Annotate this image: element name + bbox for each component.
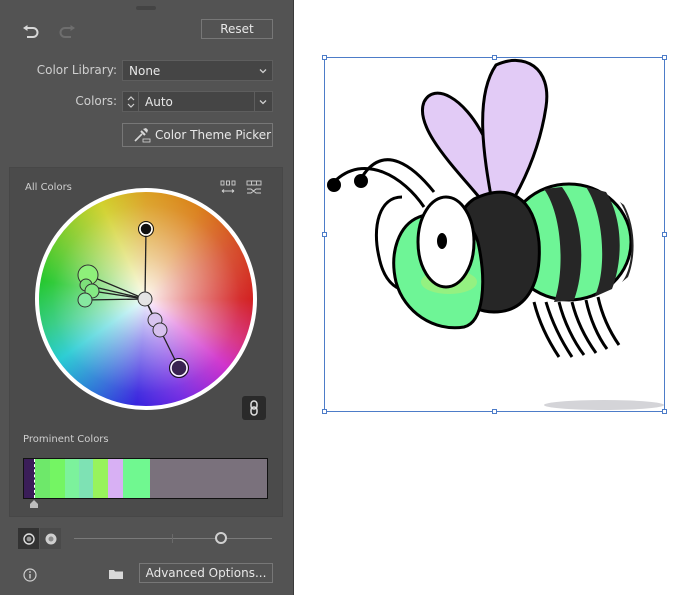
show-brightness-icon	[45, 533, 56, 544]
prominent-colors-title: Prominent Colors	[23, 434, 109, 445]
brightness-slider-track[interactable]	[74, 538, 272, 539]
resize-handle-left[interactable]	[322, 232, 327, 237]
color-marker-lavender-2[interactable]	[152, 322, 168, 338]
color-library-label: Color Library:	[36, 63, 117, 77]
undo-icon	[23, 25, 39, 38]
colors-stepper[interactable]	[122, 91, 139, 112]
show-brightness-button[interactable]	[40, 528, 61, 549]
colors-label: Colors:	[75, 94, 117, 108]
color-marker-center[interactable]	[137, 291, 153, 307]
color-wheel-hue-ring[interactable]	[35, 188, 257, 410]
reset-button[interactable]: Reset	[201, 19, 273, 39]
color-library-value: None	[129, 63, 161, 78]
show-saturation-icon	[22, 532, 35, 545]
prominent-color-swatch[interactable]	[92, 459, 108, 498]
folder-icon	[109, 570, 123, 579]
link-harmony-icon	[250, 400, 258, 416]
resize-handle-bottom[interactable]	[492, 409, 497, 414]
resize-handle-top[interactable]	[492, 55, 497, 60]
harmony-line	[144, 228, 147, 300]
color-marker-black[interactable]	[139, 222, 153, 236]
color-marker-mint[interactable]	[77, 292, 93, 308]
brightness-slider-thumb[interactable]	[214, 532, 227, 544]
eyedropper-icon	[134, 128, 151, 143]
chevron-down-icon	[259, 99, 267, 104]
color-theme-picker-button[interactable]: Color Theme Picker	[122, 123, 273, 147]
color-marker-dark-purple[interactable]	[170, 359, 188, 377]
colors-input[interactable]: Auto	[138, 91, 255, 112]
show-saturation-button[interactable]	[18, 528, 39, 549]
recolor-panel: Reset Color Library: None Colors: Auto C…	[0, 0, 293, 595]
brightness-slider-tick	[172, 534, 173, 543]
colors-dropdown-button[interactable]	[254, 91, 273, 112]
prominent-color-swatch[interactable]	[78, 459, 93, 498]
selection-bounding-box[interactable]	[324, 57, 665, 412]
color-wheel[interactable]	[35, 188, 257, 410]
link-harmony-button[interactable]	[242, 396, 266, 420]
prominent-color-swatch[interactable]	[150, 459, 267, 498]
resize-handle-right[interactable]	[662, 232, 667, 237]
prominent-colors-divider	[34, 459, 35, 498]
prominent-color-swatch[interactable]	[64, 459, 79, 498]
redo-icon	[59, 25, 75, 38]
info-icon	[23, 568, 37, 582]
panel-grip[interactable]	[136, 6, 156, 10]
folder-button[interactable]	[107, 566, 125, 582]
color-library-select[interactable]: None	[122, 60, 273, 81]
resize-handle-bottom-left[interactable]	[322, 409, 327, 414]
undo-button[interactable]	[20, 22, 42, 42]
colors-value: Auto	[145, 94, 173, 109]
prominent-colors-bar[interactable]	[23, 458, 268, 499]
resize-handle-top-left[interactable]	[322, 55, 327, 60]
prominent-color-swatch[interactable]	[122, 459, 151, 498]
prominent-colors-marker[interactable]	[29, 500, 39, 508]
resize-handle-bottom-right[interactable]	[662, 409, 667, 414]
harmony-line	[84, 298, 146, 301]
info-button[interactable]	[22, 567, 38, 583]
chevron-down-icon	[259, 68, 267, 73]
prominent-color-swatch[interactable]	[107, 459, 123, 498]
advanced-options-button[interactable]: Advanced Options...	[139, 563, 273, 583]
resize-handle-top-right[interactable]	[662, 55, 667, 60]
redo-button[interactable]	[56, 22, 78, 42]
stepper-arrows-icon	[127, 95, 134, 108]
prominent-color-swatch[interactable]	[34, 459, 50, 498]
color-wheel-markers	[77, 221, 189, 378]
prominent-color-swatch[interactable]	[49, 459, 65, 498]
color-theme-picker-label: Color Theme Picker	[155, 128, 272, 142]
